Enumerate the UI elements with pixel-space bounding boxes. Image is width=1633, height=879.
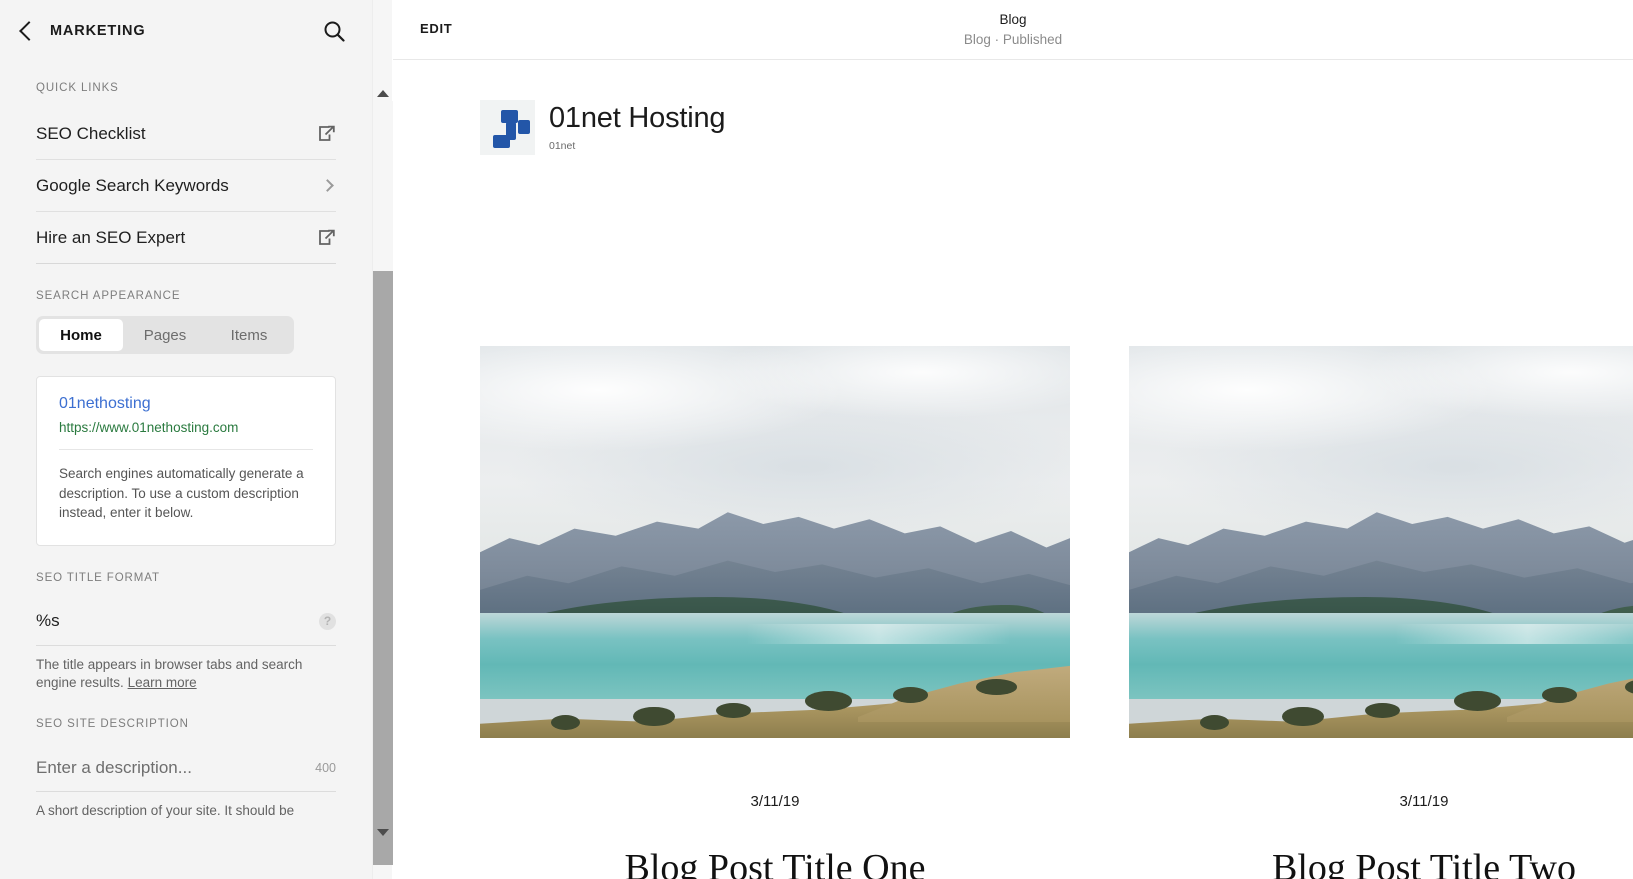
divider — [59, 449, 313, 450]
01net-logo-icon — [480, 100, 535, 155]
seo-title-format-row[interactable]: %s ? — [36, 598, 336, 646]
scrollbar-up-button[interactable] — [373, 84, 393, 102]
quick-links-heading: QUICK LINKS — [36, 82, 119, 94]
chevron-left-icon[interactable] — [19, 21, 39, 41]
scrollbar-down-button[interactable] — [373, 823, 393, 841]
sidebar-title: MARKETING — [50, 23, 146, 39]
serp-preview-title: 01nethosting — [59, 395, 151, 412]
site-title: 01net Hosting — [549, 102, 726, 135]
serp-preview-description: Search engines automatically generate a … — [59, 466, 304, 521]
quick-link-label: SEO Checklist — [36, 123, 146, 143]
post-date: 3/11/19 — [750, 793, 800, 810]
seo-site-description-input[interactable]: Enter a description... — [36, 758, 315, 778]
chevron-right-icon — [321, 179, 334, 192]
app-root: MARKETING QUICK LINKS SEO Checklist Goog… — [0, 0, 1633, 879]
site-branding[interactable]: 01net Hosting 01net — [480, 100, 726, 155]
sidebar-item-seo-checklist[interactable]: SEO Checklist — [36, 108, 336, 160]
quick-link-label: Google Search Keywords — [36, 175, 229, 195]
scrollbar-track[interactable] — [373, 101, 393, 865]
post-title[interactable]: Blog Post Title Two — [1129, 846, 1633, 879]
tab-items[interactable]: Items — [207, 319, 291, 351]
sidebar-scrollbar[interactable] — [372, 0, 393, 879]
seo-title-format-block: %s ? The title appears in browser tabs a… — [36, 598, 336, 692]
seo-title-format-input[interactable]: %s — [36, 611, 319, 631]
scrollbar-thumb[interactable] — [373, 271, 393, 865]
serp-preview-url: https://www.01nethosting.com — [59, 420, 239, 435]
quick-links-list: SEO Checklist Google Search Keywords Hir… — [36, 108, 336, 264]
seo-site-description-help: A short description of your site. It sho… — [36, 803, 295, 819]
tab-pages[interactable]: Pages — [123, 319, 207, 351]
triangle-down-icon — [377, 828, 389, 836]
triangle-up-icon — [377, 89, 389, 97]
preview-header: EDIT Blog Blog · Published — [393, 0, 1633, 60]
search-button[interactable] — [320, 17, 348, 45]
character-counter: 400 — [315, 760, 336, 775]
seo-site-description-row[interactable]: Enter a description... 400 — [36, 744, 336, 793]
sidebar-item-hire-an-seo-expert[interactable]: Hire an SEO Expert — [36, 212, 336, 264]
lake-mountains-photo — [1129, 346, 1633, 738]
brand-text: 01net Hosting 01net — [549, 102, 726, 152]
tab-home[interactable]: Home — [39, 319, 123, 351]
serp-preview-card: 01nethosting https://www.01nethosting.co… — [36, 376, 336, 546]
marketing-sidebar: MARKETING QUICK LINKS SEO Checklist Goog… — [0, 0, 372, 879]
external-link-icon — [317, 124, 336, 143]
list-item[interactable]: 3/11/19 Blog Post Title One — [480, 346, 1070, 879]
page-status: Blog · Published — [963, 31, 1063, 47]
external-link-icon — [317, 228, 336, 247]
learn-more-link[interactable]: Learn more — [128, 675, 197, 690]
seo-site-description-block: Enter a description... 400 A short descr… — [36, 744, 336, 820]
quick-link-label: Hire an SEO Expert — [36, 227, 186, 247]
seo-title-format-heading: SEO TITLE FORMAT — [36, 571, 160, 584]
search-appearance-heading: SEARCH APPEARANCE — [36, 290, 181, 302]
search-appearance-tabs-wrap: Home Pages Items — [36, 316, 336, 354]
question-mark-icon[interactable]: ? — [319, 612, 336, 630]
sidebar-item-google-search-keywords[interactable]: Google Search Keywords — [36, 160, 336, 212]
post-title[interactable]: Blog Post Title One — [480, 846, 1070, 879]
site-preview-pane: EDIT Blog Blog · Published 01net Hosting… — [393, 0, 1633, 879]
seo-site-description-heading: SEO SITE DESCRIPTION — [36, 718, 189, 731]
site-tagline: 01net — [549, 139, 576, 152]
blog-post-grid: 3/11/19 Blog Post Title One 3/11/19 Blog… — [480, 346, 1633, 879]
site-canvas: 01net Hosting 01net 3/11/19 Blog Post Ti… — [393, 60, 1633, 879]
sidebar-header: MARKETING — [0, 0, 372, 62]
lake-mountains-photo — [480, 346, 1070, 738]
page-title: Blog — [999, 12, 1027, 27]
post-date: 3/11/19 — [1399, 793, 1449, 810]
seo-title-format-help: The title appears in browser tabs and se… — [36, 656, 336, 692]
search-appearance-tabs: Home Pages Items — [36, 316, 294, 354]
list-item[interactable]: 3/11/19 Blog Post Title Two — [1129, 346, 1633, 879]
sidebar-body: QUICK LINKS SEO Checklist Google Search … — [0, 82, 372, 820]
search-icon — [324, 21, 345, 42]
preview-header-titles: Blog Blog · Published — [393, 10, 1633, 49]
